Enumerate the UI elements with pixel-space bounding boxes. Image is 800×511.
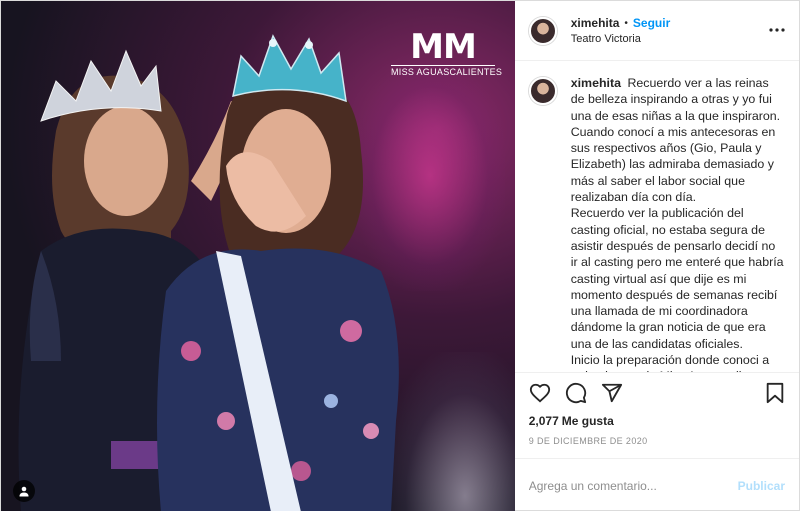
caption-paragraph: Recuerdo ver la publicación del casting … (570, 206, 784, 351)
instagram-post: MM MISS AGUASCALIENTES ximehita • Seguir… (0, 0, 800, 511)
likes-number: 2,077 (528, 414, 559, 428)
miss-aguascalientes-logo: MM MISS AGUASCALIENTES (391, 27, 503, 77)
heart-icon[interactable] (529, 382, 551, 404)
comment-input[interactable] (528, 478, 738, 493)
caption-paragraph: Inicio la preparación donde conoci a tod… (570, 353, 782, 372)
post-side-panel: ximehita • Seguir Teatro Victoria ximehi… (514, 1, 799, 511)
post-photo[interactable]: MM MISS AGUASCALIENTES (1, 1, 515, 511)
caption-paragraph: Cuando conocí a mis antecesoras en sus r… (570, 124, 776, 205)
caption-area: ximehita Recuerdo ver a las reinas de be… (515, 61, 799, 372)
crowning-scene (18, 34, 399, 511)
separator-dot: • (624, 17, 628, 29)
location-link[interactable]: Teatro Victoria (571, 33, 671, 45)
likes-count[interactable]: 2,077 Me gusta (515, 412, 799, 432)
share-icon[interactable] (601, 382, 623, 404)
likes-label: Me gusta (561, 414, 614, 428)
logo-mark: MM (410, 27, 477, 67)
follow-button[interactable]: Seguir (633, 16, 670, 30)
comment-bar: Publicar (514, 458, 799, 511)
username-link[interactable]: ximehita (571, 16, 620, 30)
post-date: 9 DE DICIEMBRE DE 2020 (528, 436, 648, 446)
logo-subtitle: MISS AGUASCALIENTES (391, 65, 503, 77)
comment-icon[interactable] (565, 382, 587, 404)
publish-button[interactable]: Publicar (738, 479, 785, 493)
tagged-user-icon[interactable] (13, 480, 35, 502)
more-horizontal-icon[interactable] (769, 19, 785, 37)
avatar[interactable] (528, 16, 557, 45)
post-header: ximehita • Seguir Teatro Victoria (514, 1, 799, 61)
bookmark-icon[interactable] (765, 382, 785, 404)
caption-username-link[interactable]: ximehita (571, 76, 621, 90)
action-bar (514, 372, 799, 412)
header-info: ximehita • Seguir Teatro Victoria (571, 16, 671, 45)
caption-text: ximehita Recuerdo ver a las reinas de be… (571, 75, 785, 372)
caption-avatar[interactable] (528, 77, 557, 105)
